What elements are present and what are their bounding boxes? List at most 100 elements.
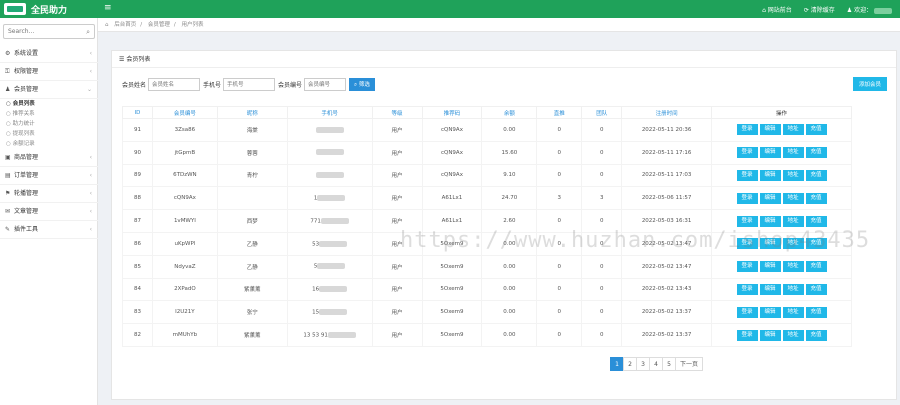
- recharge-button[interactable]: 充值: [805, 261, 827, 273]
- cell-balance: 0.00: [481, 323, 538, 347]
- cell-no: mMUhYb: [151, 323, 218, 347]
- cell-id: 82: [122, 323, 153, 347]
- address-button[interactable]: 地址: [782, 124, 804, 136]
- login-button[interactable]: 登录: [736, 192, 758, 204]
- address-button[interactable]: 地址: [782, 147, 804, 159]
- submenu-item-label: 会员列表: [12, 101, 35, 107]
- login-button[interactable]: 登录: [736, 283, 758, 295]
- login-button[interactable]: 登录: [736, 306, 758, 318]
- cell-time: 2022-05-02 13:37: [621, 300, 713, 325]
- cell-no: 3Zsa86: [151, 118, 218, 142]
- address-button[interactable]: 地址: [782, 306, 804, 318]
- cell-actions: 登录 编辑 地址 充值: [711, 163, 852, 188]
- column-header: 注册时间: [621, 106, 713, 119]
- sidebar-item-7[interactable]: ✎ 插件工具 ‹: [0, 221, 98, 239]
- recharge-button[interactable]: 充值: [805, 283, 827, 295]
- sidebar-item-0[interactable]: ⚙ 系统设置 ‹: [0, 45, 98, 63]
- search-icon[interactable]: ⌕: [86, 28, 90, 37]
- page-button[interactable]: 2: [623, 357, 637, 371]
- filter-button[interactable]: ⌕ 筛选: [349, 78, 375, 91]
- edit-button[interactable]: 编辑: [759, 261, 781, 273]
- edit-button[interactable]: 编辑: [759, 147, 781, 159]
- add-member-button[interactable]: 添加会员: [852, 77, 887, 91]
- address-button[interactable]: 地址: [782, 283, 804, 295]
- sidebar-nav: ⚙ 系统设置 ‹ ⚿ 权限管理 ‹ ♟ 会员管理 ⌄ ○ 会员列表 ○ 推荐关系 ○ 助力统计 ○ 提现…: [0, 45, 98, 239]
- sidebar-item-4[interactable]: ▤ 订单管理 ‹: [0, 167, 98, 185]
- clear-cache-link[interactable]: ⟳ 清除缓存: [804, 5, 835, 14]
- phone-input[interactable]: [223, 78, 276, 91]
- login-button[interactable]: 登录: [736, 329, 758, 341]
- page-button[interactable]: 1: [610, 357, 624, 371]
- recharge-button[interactable]: 充值: [805, 147, 827, 159]
- submenu-item[interactable]: ○ 推荐关系: [6, 109, 98, 119]
- edit-button[interactable]: 编辑: [759, 306, 781, 318]
- cell-time: 2022-05-06 11:57: [621, 186, 713, 211]
- edit-button[interactable]: 编辑: [759, 215, 781, 227]
- member-no-label: 会员编号: [278, 82, 303, 89]
- edit-button[interactable]: 编辑: [759, 124, 781, 136]
- breadcrumb-section[interactable]: 会员管理: [148, 22, 170, 28]
- cell-time: 2022-05-11 20:36: [621, 118, 713, 142]
- address-button[interactable]: 地址: [782, 215, 804, 227]
- login-button[interactable]: 登录: [736, 261, 758, 273]
- recharge-button[interactable]: 充值: [805, 329, 827, 341]
- welcome-user[interactable]: ♟ 欢迎：: [847, 5, 892, 14]
- page-button[interactable]: 3: [636, 357, 650, 371]
- sidebar-item-1[interactable]: ⚿ 权限管理 ‹: [0, 63, 98, 81]
- page-button[interactable]: 4: [649, 357, 663, 371]
- edit-button[interactable]: 编辑: [759, 283, 781, 295]
- chevron-left-icon: ‹: [89, 172, 92, 179]
- recharge-button[interactable]: 充值: [805, 215, 827, 227]
- address-button[interactable]: 地址: [782, 169, 804, 181]
- submenu-item[interactable]: ○ 余额记录: [6, 139, 98, 149]
- brand-logo[interactable]: [4, 3, 26, 15]
- recharge-button[interactable]: 充值: [805, 306, 827, 318]
- member-no-input[interactable]: [304, 78, 347, 91]
- menu-toggle-icon[interactable]: ≡: [104, 3, 112, 13]
- sidebar-item-2[interactable]: ♟ 会员管理 ⌄: [0, 81, 98, 99]
- address-button[interactable]: 地址: [782, 261, 804, 273]
- cell-id: 88: [122, 186, 153, 211]
- page-button[interactable]: 5: [662, 357, 676, 371]
- address-button[interactable]: 地址: [782, 329, 804, 341]
- chevron-left-icon: ‹: [89, 226, 92, 233]
- edit-button[interactable]: 编辑: [759, 192, 781, 204]
- sidebar-item-5[interactable]: ⚑ 轮播管理 ‹: [0, 185, 98, 203]
- chevron-left-icon: ‹: [89, 154, 92, 161]
- table-row: 84 2XPadO 紫薰薰 16 用户 5Oxem9 0.00 0 0 2022-05-02 13…: [122, 277, 852, 302]
- recharge-button[interactable]: 充值: [805, 124, 827, 136]
- site-home-link[interactable]: ⌂ 网站前台: [762, 5, 792, 14]
- login-button[interactable]: 登录: [736, 169, 758, 181]
- goods-icon: ▣: [5, 154, 11, 161]
- panel-title: ☰ 会员列表: [112, 51, 896, 68]
- cell-time: 2022-05-11 17:03: [621, 163, 713, 188]
- edit-button[interactable]: 编辑: [759, 329, 781, 341]
- submenu-item[interactable]: ○ 助力统计: [6, 119, 98, 129]
- address-button[interactable]: 地址: [782, 192, 804, 204]
- cell-direct: 0: [536, 323, 583, 347]
- member-name-input[interactable]: [148, 78, 201, 91]
- sidebar-item-label: 会员管理: [14, 86, 39, 93]
- breadcrumb-home[interactable]: 后台首页: [114, 22, 136, 28]
- column-header: 等级: [371, 106, 423, 119]
- submenu-item[interactable]: ○ 提现列表: [6, 129, 98, 139]
- search-input[interactable]: [4, 25, 78, 38]
- sidebar-item-3[interactable]: ▣ 商品管理 ‹: [0, 149, 98, 167]
- submenu-item[interactable]: ○ 会员列表: [6, 99, 98, 109]
- login-button[interactable]: 登录: [736, 124, 758, 136]
- table-row: 91 3Zsa86 海棠 用户 cQN9Ax 0.00 0 0 2022-05-11 20:36…: [122, 118, 852, 142]
- cell-direct: 0: [536, 163, 583, 188]
- cell-team: 0: [581, 140, 623, 165]
- cell-direct: 0: [536, 254, 583, 279]
- cell-phone: 1: [286, 186, 373, 211]
- recharge-button[interactable]: 充值: [805, 192, 827, 204]
- column-header: 昵称: [216, 106, 288, 119]
- next-page-button[interactable]: 下一页: [675, 357, 704, 371]
- login-button[interactable]: 登录: [736, 147, 758, 159]
- login-button[interactable]: 登录: [736, 215, 758, 227]
- recharge-button[interactable]: 充值: [805, 169, 827, 181]
- edit-button[interactable]: 编辑: [759, 169, 781, 181]
- sidebar-item-label: 文章管理: [14, 208, 39, 215]
- cell-phone: 53: [286, 231, 373, 256]
- sidebar-item-6[interactable]: ✉ 文章管理 ‹: [0, 203, 98, 221]
